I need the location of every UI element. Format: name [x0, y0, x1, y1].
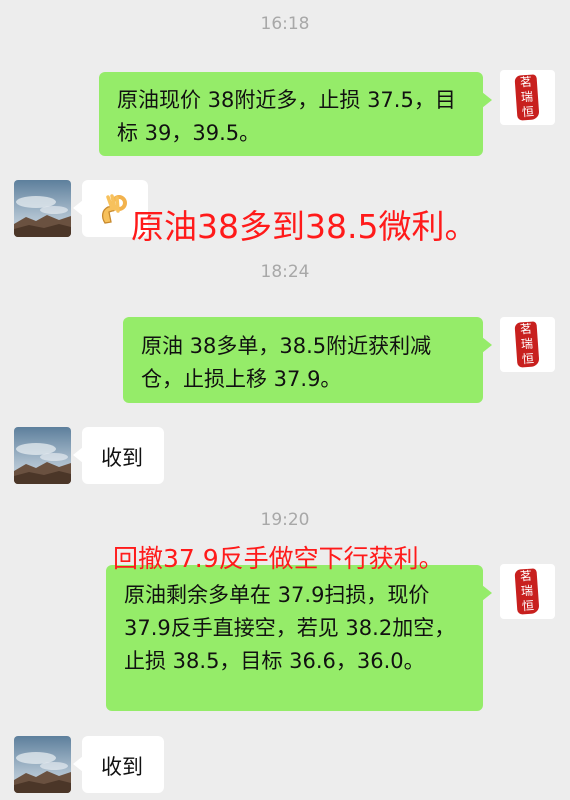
landscape-avatar[interactable] — [14, 736, 71, 793]
annotation-text: 原油38多到38.5微利。 — [131, 207, 478, 246]
message-text: 原油现价 38附近多，止损 37.5，目标 39，39.5。 — [117, 88, 456, 145]
message-bubble-incoming[interactable]: 收到 — [73, 427, 164, 484]
message-text: 原油剩余多单在 37.9扫损，现价 37.9反手直接空，若见 38.2加空，止损… — [124, 583, 456, 673]
seal-stamp-icon: 茗瑞恒 — [514, 74, 540, 121]
message-text: 收到 — [101, 446, 143, 470]
message-text: 原油 38多单，38.5附近获利减仓，止损上移 37.9。 — [141, 334, 432, 391]
message-bubble-incoming[interactable]: 收到 — [73, 736, 164, 793]
message-bubble-outgoing[interactable]: 原油 38多单，38.5附近获利减仓，止损上移 37.9。 — [123, 317, 492, 403]
seal-avatar[interactable]: 茗瑞恒 — [500, 317, 555, 372]
landscape-avatar[interactable] — [14, 427, 71, 484]
seal-avatar[interactable]: 茗瑞恒 — [500, 564, 555, 619]
message-bubble-outgoing[interactable]: 原油剩余多单在 37.9扫损，现价 37.9反手直接空，若见 38.2加空，止损… — [106, 565, 492, 711]
ok-hand-emoji-icon — [101, 194, 127, 224]
timestamp: 18:24 — [260, 262, 310, 282]
seal-avatar[interactable]: 茗瑞恒 — [500, 70, 555, 125]
seal-stamp-icon: 茗瑞恒 — [514, 321, 540, 368]
message-text: 收到 — [101, 755, 143, 779]
seal-stamp-icon: 茗瑞恒 — [514, 568, 540, 615]
landscape-avatar[interactable] — [14, 180, 71, 237]
annotation-text: 回撤37.9反手做空下行获利。 — [113, 544, 444, 573]
timestamp: 19:20 — [260, 510, 310, 530]
timestamp: 16:18 — [260, 14, 310, 34]
landscape-icon — [14, 180, 71, 237]
landscape-icon — [14, 736, 71, 793]
landscape-icon — [14, 427, 71, 484]
message-bubble-outgoing[interactable]: 原油现价 38附近多，止损 37.5，目标 39，39.5。 — [99, 72, 492, 156]
